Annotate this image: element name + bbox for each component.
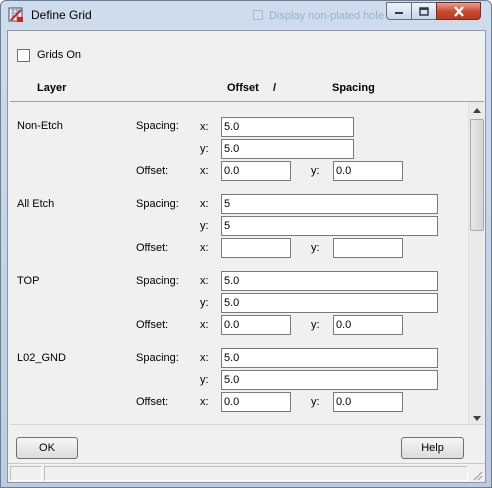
offset-label: Offset: [136,396,169,408]
offset-x-input[interactable]: 0.0 [221,315,291,335]
spacing-x-label: x: [200,198,209,210]
spacing-y-input[interactable]: 5.0 [221,139,354,159]
spacing-y-label: y: [200,297,209,309]
spacing-y-label: y: [200,374,209,386]
vertical-scrollbar[interactable] [468,102,484,424]
background-checkbox [253,10,263,20]
status-cell-2 [44,466,468,481]
offset-x-label: x: [200,396,209,408]
resize-grip-icon[interactable] [471,469,483,481]
spacing-x-label: x: [200,352,209,364]
offset-x-label: x: [200,165,209,177]
spacing-column-header: Spacing [332,82,375,94]
spacing-x-input[interactable]: 5.0 [221,117,354,137]
offset-x-label: x: [200,242,209,254]
offset-x-input[interactable]: 0.0 [221,392,291,412]
title-bar[interactable]: Define Grid Display non-plated hole [1,1,491,29]
ok-button[interactable]: OK [16,437,78,459]
define-grid-app-icon [8,7,23,22]
scrollbar-thumb[interactable] [470,119,484,231]
grids-on-label: Grids On [37,49,82,61]
header-separator: / [273,82,277,94]
define-grid-window: Define Grid Display non-plated hole Grid… [0,0,492,488]
scroll-down-button[interactable] [469,410,484,424]
spacing-y-input[interactable]: 5 [221,216,438,236]
layer-name: Non-Etch [17,120,63,132]
offset-x-input[interactable] [221,238,291,258]
help-button[interactable]: Help [401,437,464,459]
layer-name: TOP [17,275,40,287]
offset-y-input[interactable]: 0.0 [333,392,403,412]
offset-column-header: Offset [227,82,259,94]
maximize-icon [419,6,429,16]
spacing-label: Spacing: [136,275,179,287]
spacing-x-label: x: [200,121,209,133]
spacing-y-input[interactable]: 5.0 [221,370,438,390]
spacing-y-input[interactable]: 5.0 [221,293,438,313]
layer-grid-list[interactable]: Non-Etch Spacing: x: 5.0 y: 5.0 Offset: … [10,101,484,425]
offset-y-input[interactable]: 0.0 [333,315,403,335]
offset-y-input[interactable] [333,238,403,258]
spacing-label: Spacing: [136,120,179,132]
close-icon [453,5,464,17]
offset-y-input[interactable]: 0.0 [333,161,403,181]
layer-name: All Etch [17,198,55,210]
spacing-y-label: y: [200,220,209,232]
minimize-icon [395,12,403,14]
status-cell-1 [10,466,42,481]
maximize-button[interactable] [411,2,437,20]
spacing-x-input[interactable]: 5.0 [221,348,438,368]
status-bar [8,463,485,482]
spacing-y-label: y: [200,143,209,155]
background-window-text: Display non-plated hole [269,10,384,22]
grids-on-checkbox[interactable] [17,49,30,62]
layer-column-header: Layer [37,82,67,94]
scroll-up-button[interactable] [469,102,484,118]
offset-x-input[interactable]: 0.0 [221,161,291,181]
offset-y-label: y: [311,165,320,177]
dialog-body: Grids On Layer Offset / Spacing Non-Etch… [7,30,486,483]
spacing-label: Spacing: [136,198,179,210]
offset-label: Offset: [136,319,169,331]
minimize-button[interactable] [386,2,412,20]
offset-x-label: x: [200,319,209,331]
window-title: Define Grid [31,8,92,22]
offset-y-label: y: [311,319,320,331]
offset-label: Offset: [136,242,169,254]
layer-name: L02_GND [17,352,66,364]
spacing-x-input[interactable]: 5 [221,194,438,214]
scroll-down-icon [473,415,481,421]
close-button[interactable] [436,2,481,20]
spacing-label: Spacing: [136,352,179,364]
offset-y-label: y: [311,242,320,254]
offset-label: Offset: [136,165,169,177]
offset-y-label: y: [311,396,320,408]
spacing-x-label: x: [200,275,209,287]
scroll-up-icon [473,107,481,113]
spacing-x-input[interactable]: 5.0 [221,271,438,291]
